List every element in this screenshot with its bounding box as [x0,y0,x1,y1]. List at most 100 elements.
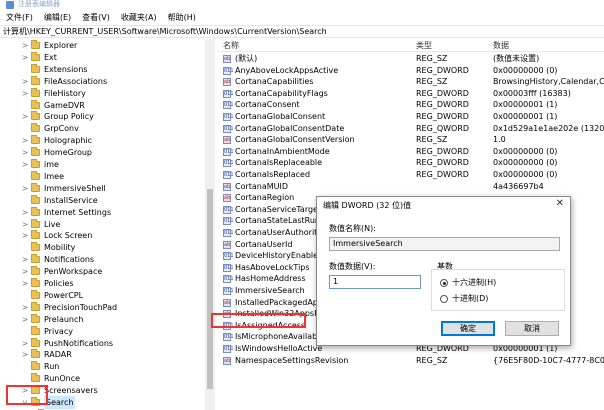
tree-scroll-thumb[interactable] [207,189,213,389]
value-type: REG_SZ [416,77,448,87]
folder-icon [31,349,40,359]
binary-value-icon: 011 [223,89,234,98]
ok-button[interactable]: 确定 [441,321,495,336]
value-row[interactable]: 011 CortanaGlobalConsentDate REG_QWORD 0x1d… [217,123,604,135]
hex-radio-label[interactable]: 十六进制(H) [452,277,496,288]
folder-icon [31,278,40,287]
folder-icon [31,147,40,157]
value-type: REG_SZ [416,355,448,365]
folder-icon [31,194,40,204]
menu-favorites[interactable]: 收藏夹(A) [121,12,157,23]
dec-radio-label[interactable]: 十进制(D) [452,293,488,304]
value-data: 4a436697b4 [493,181,544,191]
binary-value-icon: 011 [223,171,234,179]
value-name: CortanaUserId [235,239,293,249]
value-name: CortanaInAmbientMode [235,146,330,156]
string-value-icon: ab [223,78,231,87]
value-name: HasHomeAddress [235,274,306,284]
value-data: 0x00000000 (0) [493,146,558,156]
value-name: CortanaIsReplaced [235,170,311,179]
cancel-button[interactable]: 取消 [505,321,559,336]
close-icon[interactable]: ✕ [556,198,564,209]
column-data[interactable]: 数据 [493,39,509,52]
value-data: 0x1d529a1e1ae202e (13205753933 [493,123,604,133]
string-value-icon: ab [223,298,231,307]
folder-icon [31,182,40,192]
menu-help[interactable]: 帮助(H) [168,12,196,23]
value-row[interactable]: 011 CortanaConsent REG_DWORD 0x00000001 (1) [217,99,604,111]
value-type: REG_QWORD [416,123,470,133]
value-row[interactable]: ab CortanaGlobalConsentVersion REG_SZ 1.0 [217,134,604,146]
column-name[interactable]: 名称 [223,39,239,52]
folder-icon [31,170,40,180]
value-row[interactable]: ab (默认) REG_SZ (数值未设置) [217,53,604,65]
value-type: REG_DWORD [416,146,469,156]
column-type[interactable]: 类型 [416,39,432,52]
value-data: 0x00003fff (16383) [493,88,571,98]
binary-value-icon: 011 [223,66,234,75]
tree-scrollbar[interactable] [205,39,215,410]
value-name: NamespaceSettingsRevision [235,355,349,365]
value-type: REG_DWORD [416,170,469,179]
value-row[interactable]: 011 AnyAboveLockAppsActive REG_DWORD 0x0000… [217,65,604,77]
value-row[interactable]: 011 CortanaIsReplaced REG_DWORD 0x00000000 … [217,169,604,181]
menu-file[interactable]: 文件(F) [6,12,33,23]
folder-icon [31,123,40,133]
folder-icon [31,313,40,323]
folder-icon [31,230,40,240]
folder-icon [31,254,40,264]
value-name: CortanaCapabilityFlags [235,88,328,98]
value-type: REG_DWORD [416,88,469,98]
values-header: 名称 类型 数据 [217,39,604,52]
binary-value-icon: 011 [223,217,234,226]
binary-value-icon: 011 [223,159,234,168]
value-data: 0x00000000 (0) [493,170,558,179]
value-data: 0x00000001 (1) [493,100,558,110]
binary-value-icon: 011 [223,147,234,156]
menu-view[interactable]: 查看(V) [82,12,110,23]
value-data: 0x00000000 (0) [493,65,558,75]
folder-icon [31,99,40,109]
folder-icon [31,325,40,335]
binary-value-icon: 011 [223,229,234,237]
value-name: IsWindowsHelloActive [235,344,323,353]
value-name: CortanaStateLastRun [235,216,320,226]
value-data-input[interactable]: 1 [329,275,421,289]
binary-value-icon: 011 [223,101,234,110]
value-row[interactable]: 011 CortanaCapabilityFlags REG_DWORD 0x0000… [217,88,604,100]
folder-icon [31,337,40,347]
value-name: AnyAboveLockAppsActive [235,65,339,75]
value-name: DeviceHistoryEnabled [235,251,324,261]
value-data: 1.0 [493,135,506,145]
folder-icon [31,373,40,383]
address-bar[interactable]: 计算机\HKEY_CURRENT_USER\Software\Microsoft… [0,25,604,38]
value-name: CortanaGlobalConsentVersion [235,135,355,145]
value-name: CortanaRegion [235,193,295,203]
folder-icon [31,135,40,145]
value-row[interactable]: ab NamespaceSettingsRevision REG_SZ {76E5F8… [217,355,604,367]
binary-value-icon: 011 [223,113,234,121]
value-name: CortanaGlobalConsentDate [235,123,345,133]
binary-value-icon: 011 [223,263,234,272]
hex-radio[interactable] [440,279,448,287]
dec-radio[interactable] [440,295,448,303]
value-name-field: ImmersiveSearch [329,237,560,251]
string-value-icon: ab [223,240,231,249]
binary-value-icon: 011 [223,124,234,133]
value-row[interactable]: 011 CortanaInAmbientMode REG_DWORD 0x000000… [217,146,604,158]
folder-icon [31,218,40,228]
folder-icon [31,63,40,73]
value-name: IsMicrophoneAvailable [235,332,325,342]
value-type: REG_DWORD [416,158,469,168]
binary-value-icon: 011 [223,287,234,295]
binary-value-icon: 011 [223,205,234,214]
value-row[interactable]: 011 CortanaGlobalConsent REG_DWORD 0x000000… [217,111,604,123]
value-row[interactable]: 011 CortanaIsReplaceable REG_DWORD 0x000000… [217,157,604,169]
folder-icon [31,87,40,97]
menu-edit[interactable]: 编辑(E) [44,12,71,23]
value-name: (默认) [235,54,258,63]
edit-dword-dialog: 编辑 DWORD (32 位)值 ✕ 数值名称(N): ImmersiveSea… [316,196,571,346]
value-type: REG_DWORD [416,100,469,110]
value-row[interactable]: ab CortanaMUID 4a436697b4 [217,181,604,193]
value-row[interactable]: ab CortanaCapabilities REG_SZ BrowsingHisto… [217,76,604,88]
